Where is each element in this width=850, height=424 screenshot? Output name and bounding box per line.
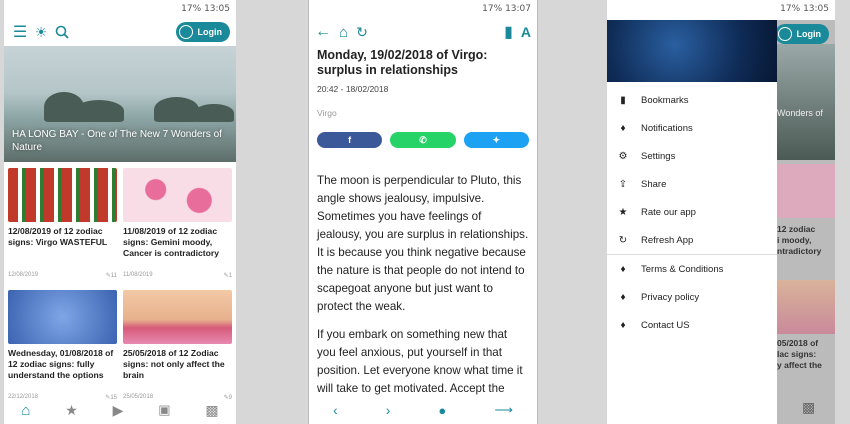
- status-bar: 17% 13:05: [4, 0, 236, 20]
- drawer-item-refresh[interactable]: ↻ Refresh App: [607, 226, 777, 254]
- home-icon[interactable]: ⌂: [21, 402, 30, 419]
- clock: 13:05: [803, 4, 829, 14]
- login-label: Login: [197, 27, 223, 37]
- bottom-nav: ⌂ ★ ▶ ▣ ▩: [4, 396, 236, 424]
- archive-icon[interactable]: ▩: [205, 402, 218, 419]
- article-card[interactable]: 11/08/2019 of 12 zodiac signs: Gemini mo…: [123, 168, 232, 284]
- archive-icon[interactable]: ▩: [802, 399, 815, 416]
- comment-count: ✎1: [223, 273, 232, 279]
- drawer-item-share[interactable]: ⇪ Share: [607, 170, 777, 198]
- tag-icon: ♦: [620, 319, 626, 331]
- article-bottom-nav: ‹ › ● ⟶: [309, 396, 537, 424]
- search-icon[interactable]: [52, 25, 72, 39]
- star-icon[interactable]: ★: [65, 402, 78, 419]
- card-date: 12/08/2019: [8, 272, 39, 278]
- login-label: Login: [796, 29, 822, 39]
- card-title: 25/05/2018 of 12 Zodiac signs: not only …: [123, 348, 225, 380]
- battery-level: 17%: [181, 4, 202, 14]
- article-body: The moon is perpendicular to Pluto, this…: [309, 148, 537, 398]
- clock: 13:07: [505, 4, 531, 14]
- article-grid: 12/08/2019 of 12 zodiac signs: Virgo WAS…: [4, 162, 236, 406]
- drawer-item-contact[interactable]: ♦ Contact US: [607, 311, 777, 339]
- article-title: Monday, 19/02/2018 of Virgo: surplus in …: [317, 48, 488, 77]
- facebook-share-button[interactable]: f: [317, 132, 383, 148]
- battery-level: 17%: [482, 4, 503, 14]
- article-toolbar: ← ⌂ ↻ ▮ A: [309, 20, 537, 44]
- previous-icon[interactable]: ‹: [333, 402, 338, 418]
- font-size-icon[interactable]: A: [521, 24, 531, 40]
- article-time: 20:42 - 18/02/2018: [317, 84, 389, 94]
- dimmed-background[interactable]: Login Wonders of 12 zodiac i moody, ntradi…: [774, 20, 835, 424]
- next-icon[interactable]: ›: [386, 402, 391, 418]
- drawer-item-terms[interactable]: ♦ Terms & Conditions: [607, 255, 777, 283]
- status-bar: 17% 13:05: [607, 0, 835, 20]
- dimmed-hero: [777, 44, 835, 160]
- drawer-header-image: [607, 20, 777, 82]
- drawer-item-settings[interactable]: ⚙ Settings: [607, 142, 777, 170]
- login-button[interactable]: Login: [774, 24, 829, 44]
- back-arrow-icon[interactable]: ←: [315, 23, 331, 41]
- comment-icon[interactable]: ●: [438, 403, 446, 418]
- menu-icon[interactable]: ☰: [10, 22, 30, 42]
- bookmark-icon: ▮: [620, 94, 626, 106]
- whatsapp-icon: ✆: [419, 134, 427, 145]
- drawer-item-bookmarks[interactable]: ▮ Bookmarks: [607, 86, 777, 114]
- drawer-screen: 17% 13:05 Login Wonders of 12 zodiac i mo…: [607, 0, 835, 424]
- drawer-item-notifications[interactable]: ♦ Notifications: [607, 114, 777, 142]
- dimmed-text: 05/2018 of lac signs: y affect the: [777, 338, 822, 370]
- home-icon[interactable]: ⌂: [339, 24, 348, 41]
- hero-caption: HA LONG BAY - One of The New 7 Wonders o…: [12, 129, 222, 153]
- twitter-share-button[interactable]: ✦: [463, 132, 529, 148]
- share-icon: ⇪: [618, 178, 628, 190]
- card-image: [8, 168, 117, 222]
- twitter-icon: ✦: [492, 134, 501, 145]
- article-screen: 17% 13:07 ← ⌂ ↻ ▮ A Monday, 19/02/2018 o…: [308, 0, 538, 424]
- bookmark-icon[interactable]: ▮: [504, 22, 513, 42]
- theme-icon[interactable]: ☀: [30, 24, 52, 41]
- refresh-icon: ↻: [618, 234, 628, 246]
- comment-count: ✎11: [105, 273, 117, 279]
- drawer-item-privacy[interactable]: ♦ Privacy policy: [607, 283, 777, 311]
- dimmed-caption: Wonders of: [777, 108, 823, 118]
- card-image: [8, 290, 117, 344]
- article-paragraph: The moon is perpendicular to Pluto, this…: [317, 174, 529, 313]
- article-card[interactable]: Wednesday, 01/08/2018 of 12 zodiac signs…: [8, 290, 117, 406]
- tag-icon: ♦: [620, 291, 626, 303]
- card-image: [123, 290, 232, 344]
- battery-level: 17%: [780, 4, 801, 14]
- card-title: 12/08/2019 of 12 zodiac signs: Virgo WAS…: [8, 226, 108, 247]
- status-bar: 17% 13:07: [309, 0, 537, 20]
- hero-banner[interactable]: HA LONG BAY - One of The New 7 Wonders o…: [4, 46, 236, 162]
- article-paragraph: If you embark on something new that you …: [317, 328, 523, 395]
- card-title: 11/08/2019 of 12 zodiac signs: Gemini mo…: [123, 226, 219, 258]
- article-card[interactable]: 12/08/2019 of 12 zodiac signs: Virgo WAS…: [8, 168, 117, 284]
- bell-icon: ♦: [620, 122, 626, 134]
- dimmed-image: [777, 164, 835, 218]
- gallery-icon[interactable]: ▣: [158, 402, 170, 418]
- article-card[interactable]: 25/05/2018 of 12 Zodiac signs: not only …: [123, 290, 232, 406]
- dimmed-image: [777, 280, 835, 334]
- play-icon[interactable]: ▶: [113, 402, 124, 419]
- refresh-icon[interactable]: ↻: [356, 24, 368, 41]
- avatar-icon: [777, 27, 792, 41]
- share-bar: f ✆ ✦: [309, 118, 537, 148]
- card-date: 11/08/2019: [123, 272, 153, 278]
- tag-icon: ♦: [620, 263, 626, 275]
- home-screen: 17% 13:05 ☰ ☀ Login HA LONG BAY - One of…: [4, 0, 236, 424]
- clock: 13:05: [204, 4, 230, 14]
- avatar-icon: [178, 25, 193, 39]
- article-category[interactable]: Virgo: [309, 94, 537, 118]
- star-icon: ★: [618, 206, 628, 218]
- card-title: Wednesday, 01/08/2018 of 12 zodiac signs…: [8, 348, 114, 380]
- share-icon[interactable]: ⟶: [494, 402, 513, 418]
- whatsapp-share-button[interactable]: ✆: [390, 132, 456, 148]
- gear-icon: ⚙: [618, 150, 628, 162]
- facebook-icon: f: [348, 135, 352, 145]
- card-image: [123, 168, 232, 222]
- nav-drawer: ▮ Bookmarks ♦ Notifications ⚙ Settings ⇪ Sha…: [607, 20, 777, 424]
- drawer-item-rate[interactable]: ★ Rate our app: [607, 198, 777, 226]
- dimmed-text: 12 zodiac i moody, ntradictory: [777, 224, 822, 256]
- app-bar: ☰ ☀ Login: [4, 20, 236, 44]
- login-button[interactable]: Login: [175, 22, 230, 42]
